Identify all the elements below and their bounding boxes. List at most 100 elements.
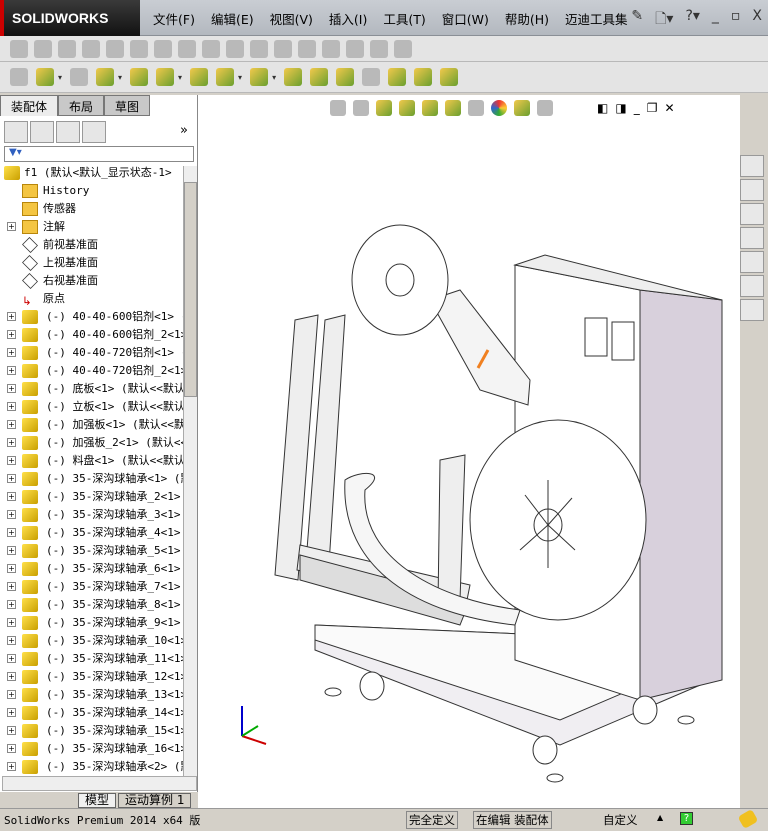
help-icon[interactable]: ? [680, 812, 693, 825]
section-view-icon[interactable] [399, 100, 415, 116]
tree-item[interactable]: + (-) 35-深沟球轴承_10<1> [0, 632, 183, 650]
expand-icon[interactable]: + [7, 546, 16, 555]
tab-model[interactable]: 模型 [78, 792, 117, 808]
expand-icon[interactable]: + [7, 708, 16, 717]
tab-assembly[interactable]: 装配体 [0, 95, 59, 116]
expand-icon[interactable]: + [7, 312, 16, 321]
mate-icon[interactable] [70, 68, 89, 86]
tree-item[interactable]: History [0, 182, 183, 200]
tab-sketch[interactable]: 草图 [104, 95, 151, 116]
pin-icon[interactable]: ✎ [631, 8, 643, 32]
custom-properties-icon[interactable] [740, 275, 764, 297]
toolbar-icon[interactable] [82, 39, 100, 58]
expand-icon[interactable]: + [7, 456, 16, 465]
maximize-button[interactable]: ▫ [731, 8, 741, 32]
tree-item[interactable]: + (-) 35-深沟球轴承_5<1> [0, 542, 183, 560]
toolbar-icon[interactable] [178, 39, 196, 58]
toolbar-icon[interactable] [202, 39, 220, 58]
tag-icon[interactable] [737, 808, 759, 830]
previous-view-icon[interactable] [376, 100, 392, 116]
expand-icon[interactable]: + [7, 726, 16, 735]
expand-icon[interactable]: + [7, 438, 16, 447]
expand-icon[interactable]: + [7, 474, 16, 483]
property-manager-icon[interactable] [30, 121, 54, 143]
expand-icon[interactable]: + [7, 762, 16, 771]
expand-icon[interactable]: + [7, 564, 16, 573]
split-left-icon[interactable]: ◧ [597, 101, 608, 115]
solidworks-resources-icon[interactable] [740, 299, 764, 321]
toolbar-icon[interactable] [250, 39, 268, 58]
tree-item[interactable]: + (-) 40-40-600铝剂<1> (默 [0, 308, 183, 326]
expand-icon[interactable]: + [7, 654, 16, 663]
tree-item[interactable]: + (-) 40-40-720铝剂_2<1> [0, 362, 183, 380]
filter-input[interactable]: ▼▾ [4, 146, 194, 162]
toolbar-icon[interactable] [226, 39, 244, 58]
insert-component-icon[interactable] [36, 68, 54, 86]
expand-icon[interactable]: + [7, 222, 16, 231]
expand-icon[interactable]: + [7, 672, 16, 681]
tree-item[interactable]: + (-) 35-深沟球轴承_3<1> [0, 506, 183, 524]
expand-icon[interactable]: + [7, 510, 16, 519]
toolbar-icon[interactable] [370, 39, 388, 58]
feature-manager-icon[interactable] [4, 121, 28, 143]
tree-item[interactable]: + (-) 35-深沟球轴承_15<1> [0, 722, 183, 740]
tab-layout[interactable]: 布局 [58, 95, 105, 116]
menu-item[interactable]: 视图(V) [262, 9, 321, 28]
graphics-area[interactable] [198, 95, 740, 808]
toolbar-icon[interactable] [414, 68, 433, 86]
appearances-icon[interactable] [740, 251, 764, 273]
tree-item[interactable]: + (-) 35-深沟球轴承_11<1> [0, 650, 183, 668]
toolbar-icon[interactable] [156, 68, 175, 86]
tree-item[interactable]: 前视基准面 [0, 236, 183, 254]
hide-show-icon[interactable] [468, 100, 484, 116]
appearance-icon[interactable] [491, 100, 507, 116]
new-document-icon[interactable]: 🗋▾ [655, 8, 673, 32]
toolbar-icon[interactable] [388, 68, 407, 86]
tree-item[interactable]: + (-) 40-40-720铝剂<1> (默 [0, 344, 183, 362]
toolbar-icon[interactable] [298, 39, 316, 58]
units-dropdown[interactable]: 自定义 [603, 812, 638, 828]
display-manager-icon[interactable] [82, 121, 106, 143]
toolbar-icon[interactable] [10, 39, 28, 58]
toolbar-icon[interactable] [96, 68, 115, 86]
view-orientation-icon[interactable] [422, 100, 438, 116]
tab-motion-study[interactable]: 运动算例 1 [118, 792, 192, 808]
design-library-icon[interactable] [740, 179, 764, 201]
tree-item[interactable]: + (-) 加强板<1> (默认<<默 [0, 416, 183, 434]
toolbar-icon[interactable] [310, 68, 329, 86]
minimize-button[interactable]: _ [712, 8, 719, 32]
tree-item[interactable]: + (-) 35-深沟球轴承_16<1> [0, 740, 183, 758]
expand-icon[interactable]: + [7, 330, 16, 339]
tree-item[interactable]: + (-) 35-深沟球轴承_14<1> [0, 704, 183, 722]
toolbar-icon[interactable] [106, 39, 124, 58]
toolbar-icon[interactable] [440, 68, 459, 86]
expand-icon[interactable]: + [7, 690, 16, 699]
expand-panel-button[interactable]: » [180, 123, 188, 138]
tree-item[interactable]: + (-) 35-深沟球轴承<1> (默 [0, 470, 183, 488]
print-icon[interactable] [346, 39, 364, 58]
display-style-icon[interactable] [445, 100, 461, 116]
tree-item[interactable]: f1 (默认<默认_显示状态-1> [0, 164, 183, 182]
tree-item[interactable]: + (-) 35-深沟球轴承<2> (默 [0, 758, 183, 776]
toolbar-icon[interactable] [250, 68, 269, 86]
toolbar-icon[interactable] [130, 68, 149, 86]
menu-item[interactable]: 工具(T) [375, 9, 433, 28]
tree-item[interactable]: + (-) 底板<1> (默认<<默认 [0, 380, 183, 398]
doc-close-button[interactable]: ✕ [664, 101, 674, 115]
zoom-to-fit-icon[interactable] [330, 100, 346, 116]
toolbar-icon[interactable] [58, 39, 76, 58]
tree-item[interactable]: + (-) 35-深沟球轴承_7<1> [0, 578, 183, 596]
expand-icon[interactable]: + [7, 384, 16, 393]
tree-horizontal-scrollbar[interactable] [2, 776, 197, 791]
scrollbar-thumb[interactable] [184, 182, 197, 397]
expand-icon[interactable]: + [7, 636, 16, 645]
tree-item[interactable]: + (-) 35-深沟球轴承_13<1> [0, 686, 183, 704]
expand-icon[interactable]: + [7, 618, 16, 627]
toolbar-icon[interactable] [190, 68, 209, 86]
scene-icon[interactable] [514, 100, 530, 116]
menu-item[interactable]: 编辑(E) [203, 9, 262, 28]
zoom-area-icon[interactable] [353, 100, 369, 116]
toolbar-icon[interactable] [34, 39, 52, 58]
menu-item[interactable]: 文件(F) [145, 9, 203, 28]
menu-item[interactable]: 帮助(H) [497, 9, 557, 28]
